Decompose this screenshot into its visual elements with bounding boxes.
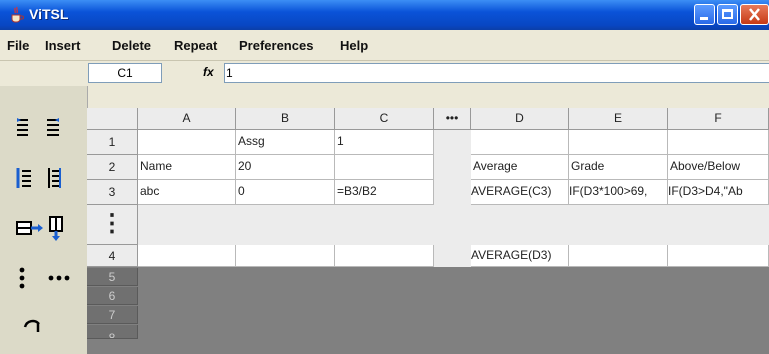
repeat-horizontal-icon[interactable] [46, 216, 76, 244]
column-header-e[interactable]: E [569, 108, 668, 130]
cell-e3[interactable]: IF(D3*100>69, [569, 180, 668, 205]
row-header[interactable]: 5 [87, 268, 138, 286]
menu-preferences[interactable]: Preferences [239, 38, 313, 53]
menu-repeat[interactable]: Repeat [174, 38, 217, 53]
corner-header [87, 108, 138, 130]
left-toolbar [0, 86, 88, 354]
cell-f1[interactable] [668, 130, 769, 155]
column-header-d[interactable]: D [471, 108, 569, 130]
row-header[interactable]: 4 [87, 245, 138, 267]
delete-rows-icon[interactable] [16, 166, 46, 194]
delete-columns-icon[interactable] [46, 166, 76, 194]
column-header-a[interactable]: A [138, 108, 236, 130]
cell-c3[interactable]: =B3/B2 [335, 180, 434, 205]
column-header-f[interactable]: F [668, 108, 769, 130]
spreadsheet-grid: A B C ••• D E F 1 Assg 1 2 Name 20 Avera… [87, 108, 769, 354]
insert-columns-icon[interactable] [46, 116, 76, 144]
cell-f4[interactable] [668, 245, 769, 267]
cell-b4[interactable] [236, 245, 335, 267]
column-ellipsis[interactable]: ••• [434, 108, 471, 130]
java-cup-icon [9, 6, 25, 23]
cell-d3[interactable]: AVERAGE(C3) [471, 180, 569, 205]
cell-c4[interactable] [335, 245, 434, 267]
cell-f2[interactable]: Above/Below [668, 155, 769, 180]
repeat-vertical-icon[interactable] [16, 216, 46, 244]
menu-file[interactable]: File [7, 38, 29, 53]
menu-help[interactable]: Help [340, 38, 368, 53]
vertical-dots-icon[interactable] [16, 266, 46, 294]
cell-b2[interactable]: 20 [236, 155, 335, 180]
row-header[interactable]: 3 [87, 180, 138, 205]
title-bar: ViTSL [0, 0, 769, 30]
row-ellipsis[interactable]: ⋮ [87, 205, 138, 245]
gap-cell [434, 245, 471, 267]
insert-rows-icon[interactable] [16, 116, 46, 144]
cell-d4[interactable]: AVERAGE(D3) [471, 245, 569, 267]
horizontal-dots-icon[interactable] [46, 266, 76, 294]
minimize-button[interactable] [694, 4, 715, 25]
cell-b1[interactable]: Assg [236, 130, 335, 155]
row-header[interactable]: 1 [87, 130, 138, 155]
window-title: ViTSL [29, 6, 69, 22]
formula-bar: C1 fx 1 [0, 60, 769, 86]
cell-a3[interactable]: abc [138, 180, 236, 205]
cell-d1[interactable] [471, 130, 569, 155]
cell-e2[interactable]: Grade [569, 155, 668, 180]
close-button[interactable] [740, 4, 769, 25]
cell-d2[interactable]: Average [471, 155, 569, 180]
cell-reference-field[interactable]: C1 [88, 63, 162, 83]
cell-f3[interactable]: IF(D3>D4,"Ab [668, 180, 769, 205]
menu-delete[interactable]: Delete [112, 38, 151, 53]
row-header[interactable]: 2 [87, 155, 138, 180]
cell-c2[interactable] [335, 155, 434, 180]
cell-b3[interactable]: 0 [236, 180, 335, 205]
cell-a4[interactable] [138, 245, 236, 267]
row-header[interactable]: 7 [87, 306, 138, 324]
row-header[interactable]: 6 [87, 287, 138, 305]
undo-icon[interactable] [20, 314, 50, 342]
maximize-button[interactable] [717, 4, 738, 25]
fx-label: fx [203, 65, 214, 79]
cell-a1[interactable] [138, 130, 236, 155]
column-header-b[interactable]: B [236, 108, 335, 130]
cell-a2[interactable]: Name [138, 155, 236, 180]
cell-e1[interactable] [569, 130, 668, 155]
column-header-c[interactable]: C [335, 108, 434, 130]
formula-input[interactable]: 1 [224, 63, 769, 83]
menu-bar: File Insert Delete Repeat Preferences He… [0, 30, 769, 60]
row-header[interactable]: 8 [87, 325, 138, 339]
cell-e4[interactable] [569, 245, 668, 267]
cell-c1[interactable]: 1 [335, 130, 434, 155]
row-gap [138, 205, 769, 245]
menu-insert[interactable]: Insert [45, 38, 80, 53]
